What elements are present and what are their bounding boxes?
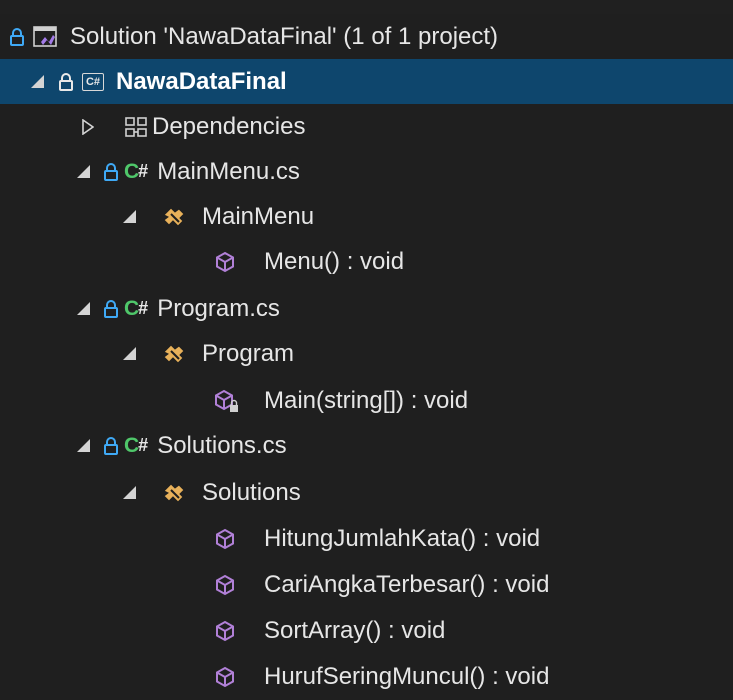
expand-open-icon[interactable]	[76, 302, 90, 315]
expand-open-icon[interactable]	[30, 75, 44, 88]
file-label: MainMenu.cs	[157, 157, 300, 185]
tree-row-file[interactable]: C # MainMenu.cs	[0, 149, 733, 194]
tree-row-method[interactable]: Menu() : void	[0, 239, 733, 284]
tree-row-class[interactable]: Program	[0, 331, 733, 376]
csharp-file-icon: C #	[124, 159, 148, 183]
expand-open-icon[interactable]	[76, 165, 90, 178]
solution-label: Solution 'NawaDataFinal' (1 of 1 project…	[70, 22, 499, 50]
method-label: HurufSeringMuncul() : void	[264, 662, 550, 690]
method-label: Main(string[]) : void	[264, 386, 469, 414]
method-label: HitungJumlahKata() : void	[264, 524, 541, 552]
tree-row-class[interactable]: Solutions	[0, 470, 733, 515]
tree-row-method[interactable]: CariAngkaTerbesar() : void	[0, 562, 733, 607]
lock-icon	[58, 72, 74, 91]
tree-row-dependencies[interactable]: Dependencies	[0, 104, 733, 149]
class-icon	[160, 342, 190, 366]
file-label: Solutions.cs	[157, 431, 287, 459]
expand-closed-icon[interactable]	[82, 118, 94, 135]
method-icon	[214, 528, 236, 550]
method-icon	[214, 666, 236, 688]
class-label: Solutions	[202, 478, 301, 506]
lock-icon	[104, 436, 118, 455]
method-icon	[214, 620, 236, 642]
file-label: Program.cs	[157, 294, 280, 322]
method-label: SortArray() : void	[264, 616, 446, 644]
lock-icon	[8, 27, 26, 46]
tree-row-file[interactable]: C # Program.cs	[0, 286, 733, 331]
solution-explorer: Solution 'NawaDataFinal' (1 of 1 project…	[0, 0, 733, 700]
lock-icon	[104, 162, 118, 181]
expand-open-icon[interactable]	[122, 210, 136, 223]
solution-icon	[32, 25, 60, 49]
tree-row-method[interactable]: Main(string[]) : void	[0, 378, 733, 423]
tree-row-method[interactable]: SortArray() : void	[0, 608, 733, 653]
method-icon	[214, 251, 236, 273]
csharp-file-icon: C #	[124, 296, 148, 320]
class-icon	[160, 481, 190, 505]
dependencies-icon	[124, 116, 150, 138]
method-icon	[214, 574, 236, 596]
expand-open-icon[interactable]	[122, 486, 136, 499]
top-strip	[0, 0, 733, 14]
project-label: NawaDataFinal	[116, 67, 287, 95]
method-label: CariAngkaTerbesar() : void	[264, 570, 550, 598]
dependencies-label: Dependencies	[152, 112, 306, 140]
method-label: Menu() : void	[264, 247, 405, 275]
expand-open-icon[interactable]	[122, 347, 136, 360]
lock-icon	[104, 299, 118, 318]
class-icon	[160, 205, 190, 229]
class-label: Program	[202, 339, 295, 367]
tree-row-file[interactable]: C # Solutions.cs	[0, 423, 733, 468]
private-method-icon	[214, 389, 240, 413]
class-label: MainMenu	[202, 202, 315, 230]
csharp-project-icon: C#	[82, 72, 104, 91]
csharp-file-icon: C #	[124, 433, 148, 457]
tree-row-solution[interactable]: Solution 'NawaDataFinal' (1 of 1 project…	[0, 14, 733, 59]
tree-row-class[interactable]: MainMenu	[0, 194, 733, 239]
tree-row-project[interactable]: C# NawaDataFinal	[0, 59, 733, 104]
tree-row-method[interactable]: HurufSeringMuncul() : void	[0, 654, 733, 699]
tree-row-method[interactable]: HitungJumlahKata() : void	[0, 516, 733, 561]
expand-open-icon[interactable]	[76, 439, 90, 452]
